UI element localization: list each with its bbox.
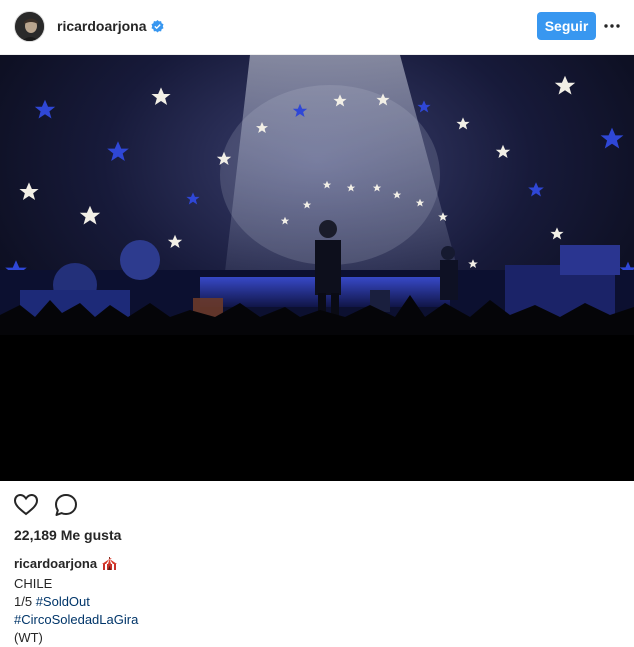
action-bar: [0, 490, 634, 520]
hashtag-circosoledadlagira[interactable]: #CircoSoledadLaGira: [14, 611, 138, 629]
follow-button[interactable]: Seguir: [537, 12, 596, 40]
heart-icon[interactable]: [13, 492, 39, 518]
caption: ricardoarjona CHILE 1/5 #SoldOut #CircoS…: [14, 555, 138, 647]
header-username[interactable]: ricardoarjona: [57, 18, 146, 34]
caption-line-1: CHILE: [14, 576, 53, 591]
comment-bubble-icon[interactable]: [53, 492, 79, 518]
caption-first-line: ricardoarjona: [14, 555, 138, 575]
instagram-post: ricardoarjona Seguir 22,189 Me gusta ric…: [0, 0, 634, 646]
ellipsis-icon[interactable]: [603, 19, 621, 33]
avatar[interactable]: [14, 11, 45, 42]
likes-count[interactable]: 22,189 Me gusta: [14, 527, 121, 543]
caption-line-2: 1/5 #SoldOut: [14, 593, 138, 611]
post-header: ricardoarjona Seguir: [0, 0, 634, 55]
post-photo[interactable]: [0, 55, 634, 481]
caption-line-2-prefix: 1/5: [14, 594, 36, 609]
caption-signature: (WT): [14, 630, 43, 645]
hashtag-soldout[interactable]: #SoldOut: [36, 594, 90, 609]
circus-tent-emoji-icon: [101, 557, 118, 575]
caption-username[interactable]: ricardoarjona: [14, 556, 97, 571]
verified-badge-icon: [151, 19, 164, 33]
username-row: ricardoarjona: [57, 18, 164, 34]
